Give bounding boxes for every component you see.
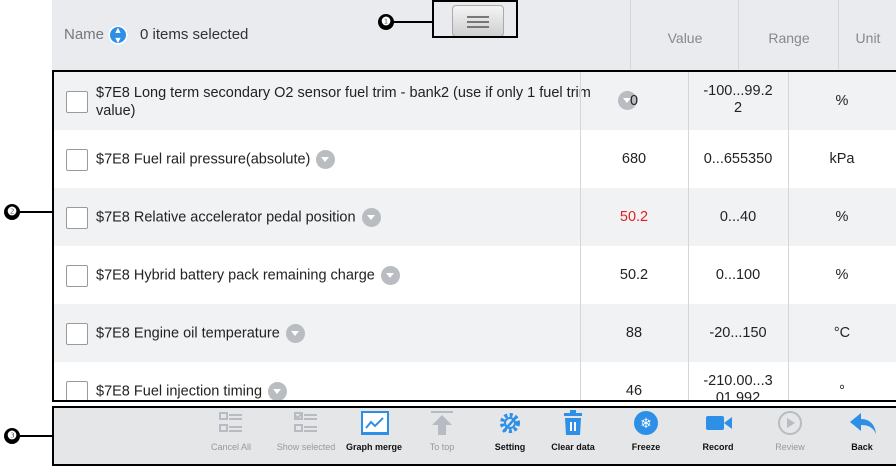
callout-3: ❸: [4, 428, 20, 444]
callout-leader-2: [20, 211, 52, 213]
expand-info-icon[interactable]: [268, 382, 288, 400]
clear-data-label: Clear data: [551, 442, 595, 452]
expand-info-icon[interactable]: [285, 324, 305, 343]
callout-1: ❶: [378, 14, 394, 30]
sort-dropdown-icon[interactable]: ▲ ▼: [108, 25, 128, 45]
parameter-row[interactable]: $7E8 Fuel injection timing 46 -210.00...3 …: [54, 362, 896, 402]
unit-column-header: Unit: [855, 30, 881, 46]
row-checkbox[interactable]: [66, 265, 88, 287]
parameter-value: 50.2: [619, 267, 649, 283]
row-checkbox[interactable]: [66, 381, 88, 400]
setting-button[interactable]: Setting: [488, 410, 532, 452]
to-top-button[interactable]: To top: [422, 410, 462, 452]
parameter-name: $7E8 Fuel injection timing: [96, 382, 288, 400]
freeze-label: Freeze: [631, 442, 661, 452]
callout-leader-3: [20, 435, 52, 437]
parameter-unit: %: [835, 93, 849, 109]
parameter-value: 88: [625, 325, 643, 341]
show-selected-icon: [293, 410, 319, 436]
parameter-name-text: $7E8 Hybrid battery pack remaining charg…: [96, 267, 375, 284]
parameter-range: -210.00...3 01.992: [703, 373, 773, 402]
parameter-value: 46: [625, 383, 643, 399]
review-label: Review: [775, 442, 805, 452]
parameter-unit: kPa: [829, 151, 855, 167]
parameter-name: $7E8 Hybrid battery pack remaining charg…: [96, 266, 400, 285]
name-column-label: Name: [64, 26, 105, 43]
range-column-header: Range: [768, 30, 810, 46]
header-divider: [738, 0, 739, 70]
video-camera-icon: [705, 410, 732, 436]
row-checkbox[interactable]: [66, 207, 88, 229]
graph-merge-label: Graph merge: [345, 442, 403, 452]
parameter-name-text: $7E8 Long term secondary O2 sensor fuel …: [96, 85, 591, 119]
parameter-value: 0: [629, 93, 639, 109]
parameter-range: 0...100: [715, 267, 761, 283]
show-selected-label: Show selected: [276, 442, 336, 452]
parameter-name-text: $7E8 Fuel injection timing: [96, 383, 263, 400]
selected-count: 0 items selected: [140, 26, 249, 43]
graph-merge-icon: [361, 410, 389, 436]
parameter-unit: %: [835, 209, 849, 225]
row-checkbox[interactable]: [66, 149, 88, 171]
expand-info-icon[interactable]: [380, 266, 400, 285]
review-button[interactable]: Review: [770, 410, 810, 452]
to-top-label: To top: [429, 442, 455, 452]
parameter-name: $7E8 Fuel rail pressure(absolute): [96, 150, 336, 169]
parameter-unit: %: [835, 267, 849, 283]
show-selected-button[interactable]: Show selected: [266, 410, 346, 452]
bottom-toolbar: Cancel All Show selected Graph merge To …: [52, 406, 896, 466]
parameter-row[interactable]: $7E8 Hybrid battery pack remaining charg…: [54, 246, 896, 305]
parameter-row[interactable]: $7E8 Long term secondary O2 sensor fuel …: [54, 72, 896, 131]
parameter-list[interactable]: $7E8 Long term secondary O2 sensor fuel …: [52, 70, 896, 402]
expand-info-icon[interactable]: [361, 208, 381, 227]
parameter-name: $7E8 Long term secondary O2 sensor fuel …: [96, 84, 616, 120]
row-checkbox[interactable]: [66, 91, 88, 113]
parameter-unit: °: [839, 383, 845, 399]
graph-merge-button[interactable]: Graph merge: [342, 410, 406, 452]
callout-leader-1: [394, 21, 432, 23]
arrow-up-icon: [429, 410, 455, 436]
play-icon: [777, 410, 803, 436]
clear-data-button[interactable]: Clear data: [548, 410, 598, 452]
parameter-unit: °C: [833, 325, 851, 341]
record-button[interactable]: Record: [698, 410, 738, 452]
parameter-row[interactable]: $7E8 Relative accelerator pedal position…: [54, 188, 896, 247]
parameter-value: 50.2: [619, 209, 649, 225]
parameter-row[interactable]: $7E8 Engine oil temperature 88 -20...150 °C: [54, 304, 896, 363]
parameter-name-text: $7E8 Fuel rail pressure(absolute): [96, 151, 311, 168]
parameter-row[interactable]: $7E8 Fuel rail pressure(absolute) 680 0...…: [54, 130, 896, 189]
back-arrow-icon: [849, 410, 876, 436]
parameter-value: 680: [621, 151, 647, 167]
svg-text:❄: ❄: [640, 416, 652, 432]
back-label: Back: [851, 442, 873, 452]
snowflake-icon: ❄: [633, 410, 659, 436]
parameter-range: -20...150: [709, 325, 767, 341]
expand-info-icon[interactable]: [316, 150, 336, 169]
back-button[interactable]: Back: [844, 410, 880, 452]
cancel-all-button[interactable]: Cancel All: [206, 410, 256, 452]
cancel-all-label: Cancel All: [210, 442, 252, 452]
header-divider: [630, 0, 631, 70]
parameter-name-text: $7E8 Relative accelerator pedal position: [96, 209, 356, 226]
row-checkbox[interactable]: [66, 323, 88, 345]
parameter-name: $7E8 Relative accelerator pedal position: [96, 208, 381, 227]
parameter-name-text: $7E8 Engine oil temperature: [96, 325, 280, 342]
header-divider: [838, 0, 839, 70]
parameter-range: 0...655350: [703, 151, 773, 167]
parameter-range: -100...99.2 2: [703, 83, 773, 116]
freeze-button[interactable]: ❄ Freeze: [626, 410, 666, 452]
callout-2: ❷: [4, 204, 20, 220]
parameter-name: $7E8 Engine oil temperature: [96, 324, 305, 343]
parameter-range: 0...40: [719, 209, 757, 225]
trash-icon: [560, 410, 586, 436]
record-label: Record: [702, 442, 734, 452]
value-column-header: Value: [667, 30, 703, 46]
cancel-all-icon: [218, 410, 244, 436]
callout-box-handle: [432, 0, 518, 38]
setting-label: Setting: [494, 442, 526, 452]
gear-icon: [497, 410, 523, 436]
